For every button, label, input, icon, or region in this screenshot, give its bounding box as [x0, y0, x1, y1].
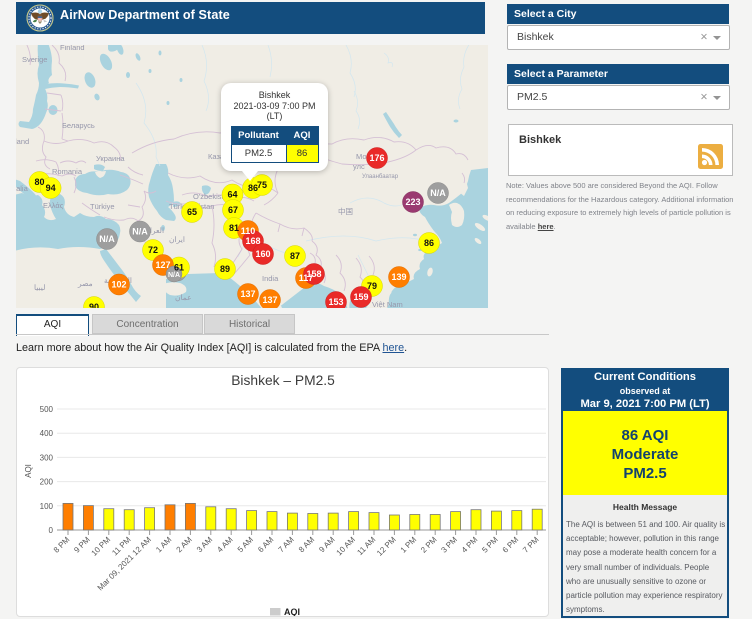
svg-text:159: 159 [353, 292, 368, 302]
svg-text:1 AM: 1 AM [154, 535, 173, 554]
svg-text:2 AM: 2 AM [175, 535, 194, 554]
svg-text:127: 127 [155, 260, 170, 270]
svg-text:8 AM: 8 AM [297, 535, 316, 554]
svg-text:ليبيا: ليبيا [34, 283, 45, 292]
svg-text:65: 65 [187, 207, 197, 217]
svg-text:7 PM: 7 PM [521, 535, 541, 555]
svg-text:176: 176 [369, 153, 384, 163]
svg-text:110: 110 [241, 226, 256, 236]
svg-text:AQI: AQI [24, 464, 33, 478]
svg-text:94: 94 [46, 183, 56, 193]
svg-text:2 PM: 2 PM [419, 535, 439, 555]
svg-text:land: land [16, 137, 29, 146]
svg-text:Türkiye: Türkiye [90, 202, 115, 211]
svg-text:4 PM: 4 PM [460, 535, 480, 555]
svg-text:N/A: N/A [430, 188, 446, 198]
svg-text:160: 160 [255, 249, 270, 259]
svg-text:137: 137 [262, 295, 277, 305]
svg-text:168: 168 [245, 236, 260, 246]
svg-text:10 AM: 10 AM [335, 535, 358, 558]
svg-text:87: 87 [290, 251, 300, 261]
svg-text:102: 102 [111, 280, 126, 290]
svg-text:Ελλάς: Ελλάς [43, 201, 64, 210]
svg-text:8 PM: 8 PM [52, 535, 72, 555]
svg-text:81: 81 [229, 223, 239, 233]
svg-text:400: 400 [40, 429, 54, 438]
svg-text:139: 139 [391, 272, 406, 282]
svg-text:N/A: N/A [99, 234, 115, 244]
svg-text:Finland: Finland [60, 45, 85, 52]
svg-text:N/A: N/A [132, 227, 148, 237]
svg-text:Беларусь: Беларусь [62, 121, 95, 130]
svg-text:86: 86 [424, 238, 434, 248]
svg-text:ايران: ايران [169, 235, 185, 244]
svg-text:10 PM: 10 PM [89, 535, 112, 558]
svg-text:1 PM: 1 PM [399, 535, 419, 555]
svg-text:مصر: مصر [77, 279, 93, 288]
svg-text:80: 80 [34, 177, 44, 187]
svg-text:N/A: N/A [168, 272, 180, 279]
svg-text:12 PM: 12 PM [375, 535, 398, 558]
svg-text:72: 72 [148, 245, 158, 255]
svg-text:6 PM: 6 PM [501, 535, 521, 555]
svg-text:talia: talia [16, 184, 29, 193]
svg-text:中国: 中国 [338, 206, 353, 216]
svg-text:5 AM: 5 AM [236, 535, 255, 554]
svg-text:3 PM: 3 PM [439, 535, 459, 555]
svg-text:улс: улс [353, 162, 365, 171]
svg-text:0: 0 [49, 526, 54, 535]
svg-text:عمان: عمان [175, 293, 192, 302]
svg-text:India: India [262, 274, 279, 283]
svg-text:3 AM: 3 AM [195, 535, 214, 554]
svg-text:67: 67 [228, 205, 238, 215]
svg-text:75: 75 [257, 180, 267, 190]
svg-text:Sverige: Sverige [22, 55, 47, 64]
svg-text:500: 500 [40, 405, 54, 414]
svg-text:89: 89 [220, 264, 230, 274]
svg-text:137: 137 [240, 289, 255, 299]
svg-text:7 AM: 7 AM [277, 535, 296, 554]
svg-text:300: 300 [40, 453, 54, 462]
svg-text:Romania: Romania [52, 167, 83, 176]
svg-text:Bishkek – PM2.5: Bishkek – PM2.5 [231, 373, 335, 388]
svg-text:200: 200 [40, 478, 54, 487]
svg-text:Việt Nam: Việt Nam [372, 300, 403, 308]
svg-text:79: 79 [367, 281, 377, 291]
svg-text:223: 223 [405, 197, 420, 207]
svg-text:5 PM: 5 PM [480, 535, 500, 555]
svg-text:64: 64 [227, 190, 237, 200]
svg-text:11 AM: 11 AM [355, 535, 377, 557]
svg-text:100: 100 [40, 502, 54, 511]
svg-text:158: 158 [306, 269, 321, 279]
svg-text:90: 90 [89, 302, 99, 308]
svg-text:Улаанбаатар: Улаанбаатар [362, 174, 399, 180]
svg-text:61: 61 [174, 263, 184, 273]
svg-text:4 AM: 4 AM [215, 535, 234, 554]
svg-text:6 AM: 6 AM [256, 535, 275, 554]
svg-text:AQI: AQI [284, 607, 300, 616]
svg-text:Украина: Украина [96, 154, 125, 163]
svg-text:153: 153 [328, 297, 343, 307]
